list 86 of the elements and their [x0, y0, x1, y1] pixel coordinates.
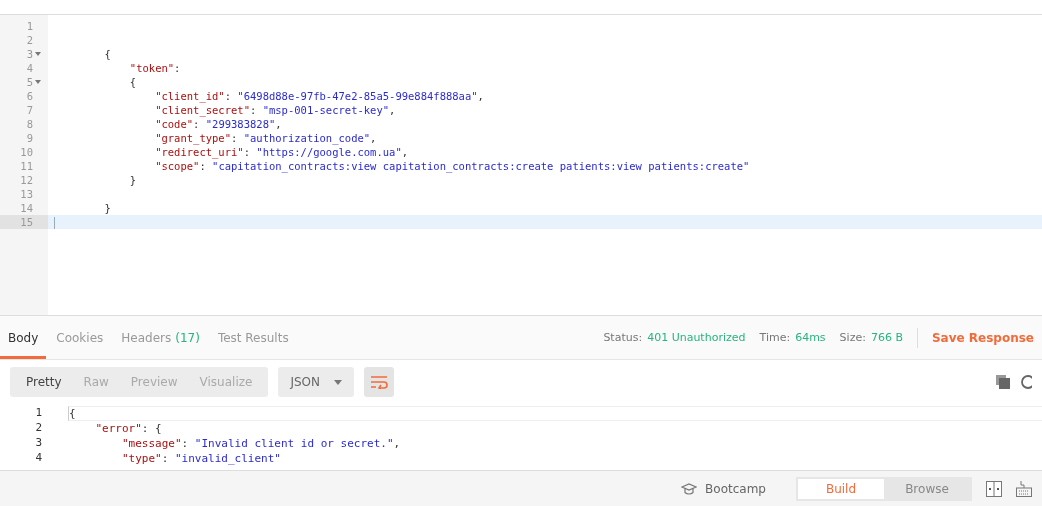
json-punctuation: { — [103, 48, 111, 60]
format-dropdown[interactable]: JSON — [278, 367, 354, 397]
view-mode-button[interactable]: Preview — [120, 375, 188, 389]
json-key: "code" — [54, 118, 194, 130]
meta-label: Status: — [603, 331, 643, 344]
json-punctuation: , — [401, 146, 409, 158]
json-key: "client_secret" — [54, 104, 250, 116]
json-punctuation: : — [181, 437, 190, 450]
line-number: 13 — [19, 187, 34, 201]
line-number: 4 — [34, 451, 42, 466]
json-key: "scope" — [54, 160, 200, 172]
fold-caret-icon[interactable] — [35, 80, 41, 84]
text-cursor — [54, 217, 55, 229]
json-punctuation: : — [224, 90, 232, 102]
mode-button[interactable]: Browse — [884, 478, 970, 499]
json-punctuation: : { — [141, 422, 162, 435]
line-number: 7 — [25, 103, 34, 117]
response-tab[interactable]: Body — [0, 316, 47, 359]
json-punctuation: , — [389, 104, 396, 116]
json-key: "error" — [69, 422, 142, 435]
line-number: 2 — [34, 421, 42, 436]
mode-button[interactable]: Build — [798, 478, 884, 499]
line-number: 11 — [19, 159, 34, 173]
meta-value: 401 Unauthorized — [647, 331, 746, 344]
response-tab[interactable]: Headers (17) — [113, 316, 208, 359]
view-mode-button[interactable]: Pretty — [16, 375, 72, 389]
view-mode-button[interactable]: Visualize — [189, 375, 263, 389]
caret-icon — [334, 379, 342, 385]
line-number: 15 — [0, 215, 48, 229]
json-punctuation: { — [128, 76, 137, 88]
line-number: 3 — [34, 436, 42, 451]
json-string: "invalid_client" — [174, 452, 281, 465]
line-number: 9 — [25, 131, 34, 145]
line-number: 8 — [25, 117, 34, 131]
line-number: 4 — [25, 61, 34, 75]
copy-icon[interactable] — [996, 375, 1010, 389]
json-punctuation: { — [69, 407, 76, 420]
line-number: 14 — [19, 201, 34, 215]
json-punctuation: : — [161, 452, 170, 465]
json-punctuation: , — [393, 437, 401, 450]
meta-value: 64ms — [795, 331, 826, 344]
meta-label: Size: — [839, 331, 866, 344]
json-punctuation: : — [174, 62, 181, 74]
json-key: "redirect_uri" — [54, 146, 244, 158]
keyboard-icon[interactable] — [1016, 480, 1032, 497]
json-key: "token" — [54, 62, 175, 74]
json-punctuation: , — [370, 132, 377, 144]
json-punctuation: } — [103, 202, 111, 214]
view-mode-button[interactable]: Raw — [73, 375, 119, 389]
line-number: 5 — [0, 75, 48, 89]
wrap-lines-icon — [370, 375, 388, 389]
line-number: 1 — [34, 406, 42, 421]
response-tab[interactable]: Test Results — [209, 316, 297, 359]
bootcamp-button[interactable]: Bootcamp — [675, 480, 772, 497]
json-key: "message" — [69, 437, 182, 450]
line-number: 6 — [25, 89, 34, 103]
json-string: "https://google.com.ua" — [256, 146, 402, 158]
line-number: 12 — [19, 173, 34, 187]
graduation-cap-icon — [681, 482, 698, 495]
json-punctuation: : — [249, 104, 258, 116]
line-number: 2 — [25, 33, 34, 47]
json-key: "grant_type" — [54, 132, 231, 144]
json-punctuation: : — [193, 118, 201, 130]
json-punctuation: } — [128, 174, 137, 186]
json-punctuation: : — [243, 146, 251, 158]
json-punctuation: , — [477, 90, 484, 102]
json-string: "msp-001-secret-key" — [262, 104, 390, 116]
meta-value: 766 B — [870, 331, 903, 344]
json-punctuation: , — [275, 118, 282, 130]
line-number: 10 — [19, 145, 34, 159]
line-number: 1 — [25, 19, 34, 33]
json-string: "299383828" — [205, 118, 276, 130]
save-response-button[interactable]: Save Response — [931, 330, 1034, 345]
json-key: "type" — [69, 452, 162, 465]
json-string: "Invalid client id or secret." — [194, 437, 394, 450]
json-punctuation: : — [231, 132, 239, 144]
two-pane-icon[interactable] — [986, 480, 1002, 497]
meta-label: Time: — [759, 331, 791, 344]
json-punctuation: : — [199, 160, 207, 172]
fold-caret-icon[interactable] — [35, 52, 41, 56]
response-tab[interactable]: Cookies — [48, 316, 112, 359]
json-key: "client_id" — [54, 90, 225, 102]
json-string: "authorization_code" — [243, 132, 371, 144]
line-number: 3 — [0, 47, 48, 61]
json-string: "6498d88e-97fb-47e2-85a5-99e884f888aa" — [237, 90, 478, 102]
json-string: "capitation_contracts:view capitation_contracts:create patients:view patients:create" — [212, 160, 750, 172]
